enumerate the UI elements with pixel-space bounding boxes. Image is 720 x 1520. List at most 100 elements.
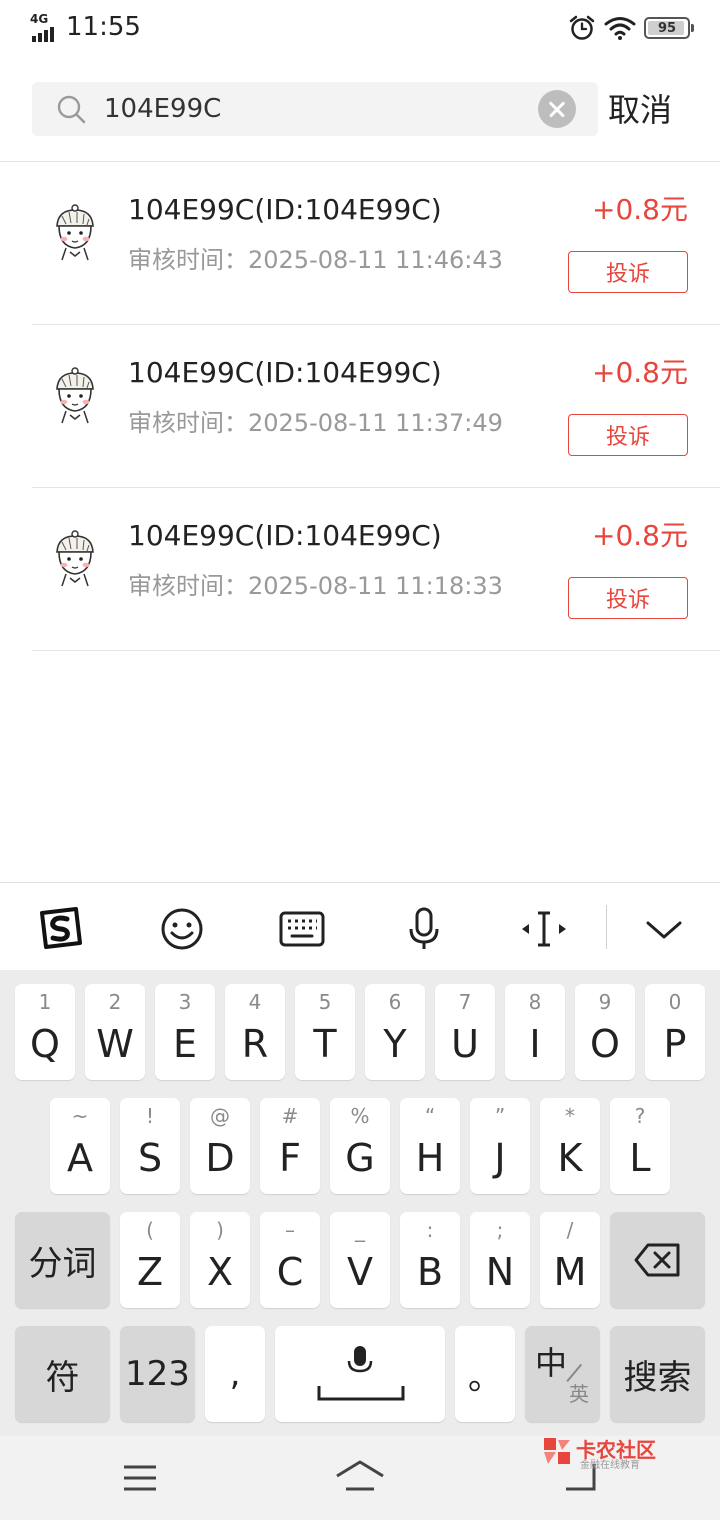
key-label: H bbox=[415, 1136, 445, 1180]
toolbar-separator bbox=[606, 905, 607, 949]
review-time-value: 2025-08-11 11:18:33 bbox=[248, 572, 503, 600]
review-time: 审核时间：2025-08-11 11:37:49 bbox=[128, 407, 503, 439]
list-item[interactable]: 104E99C(ID:104E99C) 审核时间：2025-08-11 11:1… bbox=[0, 488, 720, 651]
key-n[interactable]: ; N bbox=[470, 1212, 530, 1308]
key-label: A bbox=[67, 1136, 93, 1180]
key-v[interactable]: _ V bbox=[330, 1212, 390, 1308]
status-bar: 4G 11:55 95 bbox=[0, 0, 720, 60]
key-label: Y bbox=[383, 1022, 407, 1066]
row-divider bbox=[32, 650, 720, 651]
cancel-button[interactable]: 取消 bbox=[608, 90, 672, 130]
complain-button[interactable]: 投诉 bbox=[568, 414, 688, 456]
key-t[interactable]: 5T bbox=[295, 984, 355, 1080]
reward-amount: +0.8元 bbox=[592, 356, 688, 389]
key-m[interactable]: / M bbox=[540, 1212, 600, 1308]
key-g[interactable]: % G bbox=[330, 1098, 390, 1194]
key-u[interactable]: 7U bbox=[435, 984, 495, 1080]
symbols-key[interactable]: 符 bbox=[15, 1326, 110, 1422]
emoji-icon[interactable] bbox=[158, 905, 206, 953]
key-hint: ” bbox=[494, 1104, 506, 1128]
key-label: T bbox=[313, 1022, 337, 1066]
home-icon[interactable] bbox=[334, 1458, 386, 1494]
search-query[interactable]: 104E99C bbox=[104, 94, 221, 124]
review-time-label: 审核时间： bbox=[128, 409, 248, 437]
microphone-icon bbox=[347, 1346, 373, 1373]
key-hint: 6 bbox=[388, 990, 402, 1014]
key-q[interactable]: 1Q bbox=[15, 984, 75, 1080]
key-label: 123 bbox=[125, 1354, 190, 1394]
cursor-icon[interactable] bbox=[520, 905, 568, 953]
key-label: C bbox=[276, 1250, 304, 1294]
key-y[interactable]: 6Y bbox=[365, 984, 425, 1080]
key-hint: 8 bbox=[528, 990, 542, 1014]
key-label: U bbox=[451, 1022, 479, 1066]
search-input[interactable]: 104E99C bbox=[32, 82, 598, 136]
key-w[interactable]: 2W bbox=[85, 984, 145, 1080]
key-i[interactable]: 8I bbox=[505, 984, 565, 1080]
key-l[interactable]: ? L bbox=[610, 1098, 670, 1194]
collapse-icon[interactable] bbox=[640, 905, 688, 953]
menu-icon[interactable] bbox=[122, 1464, 158, 1492]
key-hint: ; bbox=[496, 1218, 504, 1242]
key-a[interactable]: ~ A bbox=[50, 1098, 110, 1194]
period-key[interactable]: 。 bbox=[455, 1326, 515, 1422]
wifi-icon bbox=[604, 17, 636, 40]
result-title: 104E99C(ID:104E99C) bbox=[128, 193, 442, 226]
watermark-logo-icon bbox=[544, 1438, 570, 1464]
key-label: N bbox=[485, 1250, 515, 1294]
complain-button[interactable]: 投诉 bbox=[568, 251, 688, 293]
key-hint: – bbox=[285, 1218, 295, 1242]
key-label: V bbox=[347, 1250, 373, 1294]
key-label: M bbox=[553, 1250, 587, 1294]
key-d[interactable]: @ D bbox=[190, 1098, 250, 1194]
key-label: K bbox=[557, 1136, 583, 1180]
avatar bbox=[56, 204, 94, 261]
list-item[interactable]: 104E99C(ID:104E99C) 审核时间：2025-08-11 11:4… bbox=[0, 162, 720, 325]
key-label: , bbox=[229, 1354, 241, 1394]
key-label: Q bbox=[30, 1022, 60, 1066]
key-o[interactable]: 9O bbox=[575, 984, 635, 1080]
clear-search-button[interactable] bbox=[538, 90, 576, 128]
segment-key[interactable]: 分词 bbox=[15, 1212, 110, 1308]
sogou-logo-icon[interactable] bbox=[36, 905, 84, 953]
review-time-label: 审核时间： bbox=[128, 246, 248, 274]
search-icon bbox=[57, 95, 86, 124]
network-type: 4G bbox=[30, 12, 49, 26]
key-label: B bbox=[416, 1250, 444, 1294]
key-x[interactable]: ) X bbox=[190, 1212, 250, 1308]
key-label: 搜索 bbox=[623, 1357, 692, 1398]
key-p[interactable]: 0P bbox=[645, 984, 705, 1080]
language-switch-key[interactable]: 中 英 bbox=[525, 1326, 600, 1422]
backspace-key[interactable] bbox=[610, 1212, 705, 1308]
key-hint: % bbox=[350, 1104, 370, 1128]
key-label: 分词 bbox=[28, 1243, 97, 1284]
complain-button[interactable]: 投诉 bbox=[568, 577, 688, 619]
key-label: I bbox=[529, 1022, 541, 1066]
key-label: L bbox=[629, 1136, 651, 1180]
key-label: D bbox=[205, 1136, 235, 1180]
key-r[interactable]: 4R bbox=[225, 984, 285, 1080]
key-k[interactable]: * K bbox=[540, 1098, 600, 1194]
key-h[interactable]: “H bbox=[400, 1098, 460, 1194]
key-b[interactable]: :B bbox=[400, 1212, 460, 1308]
watermark-subtitle: 金融在线教育 bbox=[580, 1460, 640, 1471]
key-hint: 5 bbox=[318, 990, 332, 1014]
microphone-icon[interactable] bbox=[400, 905, 448, 953]
key-hint: # bbox=[281, 1104, 299, 1128]
key-f[interactable]: # F bbox=[260, 1098, 320, 1194]
key-e[interactable]: 3E bbox=[155, 984, 215, 1080]
key-s[interactable]: ! S bbox=[120, 1098, 180, 1194]
reward-amount: +0.8元 bbox=[592, 519, 688, 552]
key-z[interactable]: (Z bbox=[120, 1212, 180, 1308]
key-label: S bbox=[137, 1136, 163, 1180]
key-c[interactable]: – C bbox=[260, 1212, 320, 1308]
keyboard-icon[interactable] bbox=[278, 905, 326, 953]
key-hint: 4 bbox=[248, 990, 262, 1014]
space-key[interactable] bbox=[275, 1326, 445, 1422]
key-hint: @ bbox=[210, 1104, 230, 1128]
comma-key[interactable]: , bbox=[205, 1326, 265, 1422]
key-j[interactable]: ” J bbox=[470, 1098, 530, 1194]
numbers-key[interactable]: 123 bbox=[120, 1326, 195, 1422]
search-key[interactable]: 搜索 bbox=[610, 1326, 705, 1422]
list-item[interactable]: 104E99C(ID:104E99C) 审核时间：2025-08-11 11:3… bbox=[0, 325, 720, 488]
